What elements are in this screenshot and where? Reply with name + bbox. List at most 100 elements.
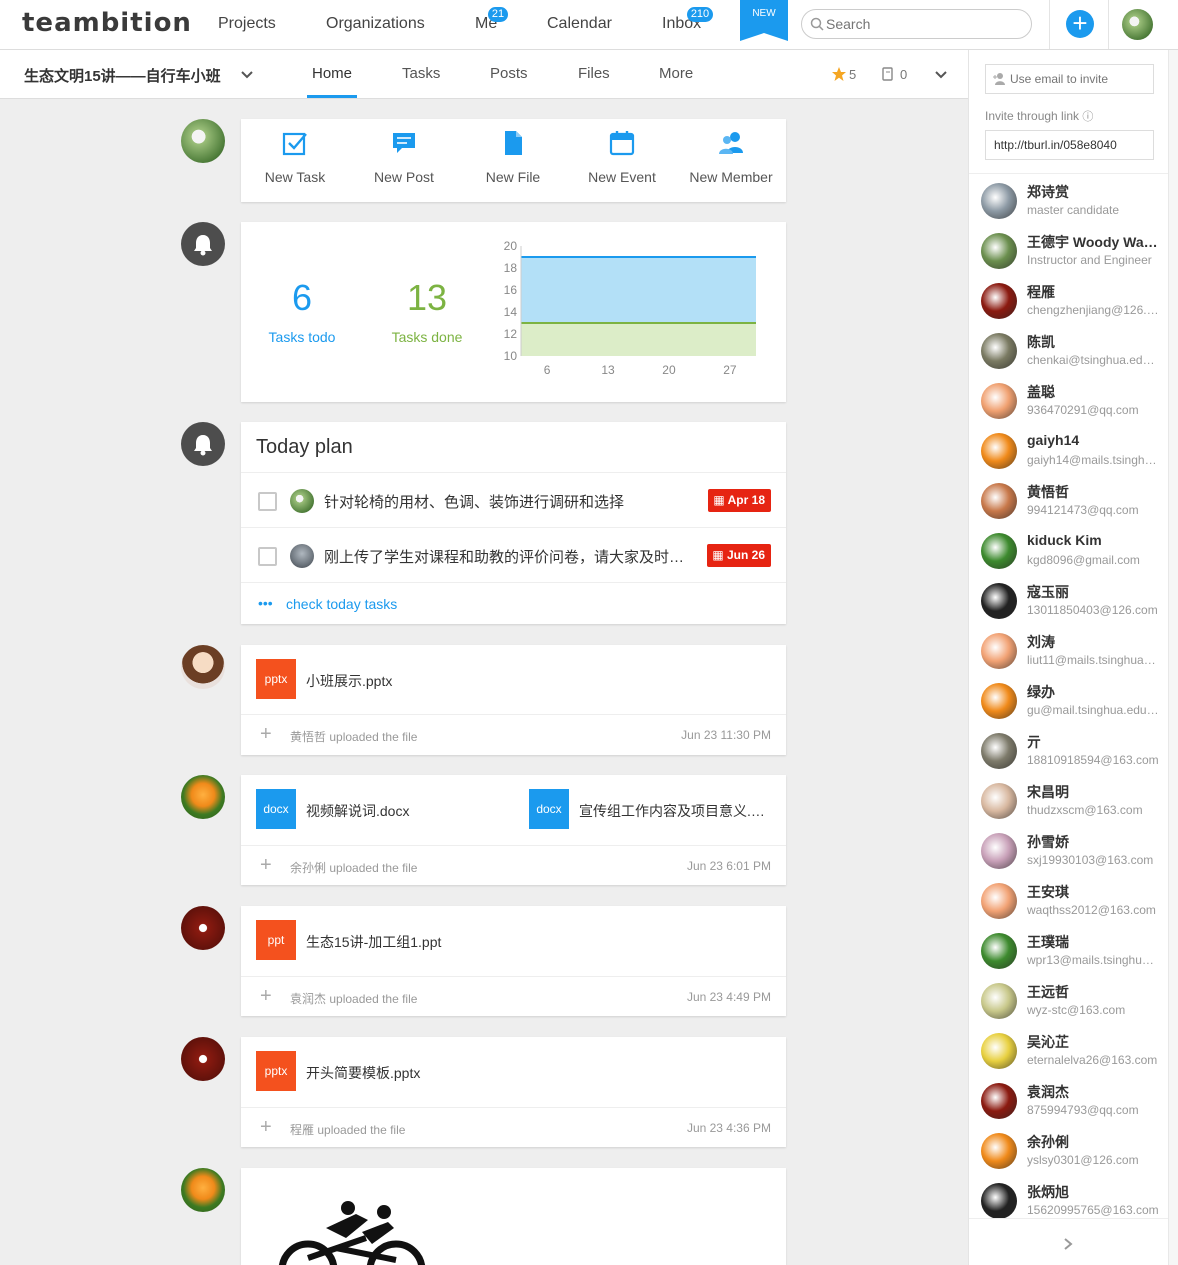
plus-icon[interactable]: + [260,1117,272,1137]
todo-stat[interactable]: 6 Tasks todo [242,277,362,345]
ppt-file-icon[interactable]: ppt [256,920,296,960]
todo-count: 6 [291,277,313,318]
me-badge: 21 [488,7,508,22]
new-member-button[interactable]: New Member [681,129,781,185]
plus-icon[interactable]: + [1066,10,1094,38]
member-item[interactable]: gaiyh14 gaiyh14@mails.tsinghua.edu.cn [969,428,1169,478]
docx-file-icon[interactable]: docx [256,789,296,829]
member-item[interactable]: 王安琪 waqthss2012@163.com [969,878,1169,928]
file-name[interactable]: 宣传组工作内容及项目意义.docx [579,801,769,821]
due-date-badge: ▦ Jun 26 [707,544,771,567]
done-stat[interactable]: 13 Tasks done [367,277,487,345]
member-item[interactable]: 王德宇 Woody Wang Instructor and Engineer [969,228,1169,278]
member-item[interactable]: kiduck Kim kgd8096@gmail.com [969,528,1169,578]
pptx-file-icon[interactable]: pptx [256,1051,296,1091]
tab-home[interactable]: Home [312,65,352,82]
new-flag[interactable]: NEW [740,0,788,41]
member-item[interactable]: 亓 18810918594@163.com [969,728,1169,778]
task-checkbox[interactable] [258,547,277,566]
member-item[interactable]: 宋昌明 thudzxscm@163.com [969,778,1169,828]
member-item[interactable]: 绿办 gu@mail.tsinghua.edu.cn [969,678,1169,728]
member-subtitle: chengzhenjiang@126.com [1027,303,1159,317]
activity-footer: + 程雁 uploaded the file Jun 23 4:36 PM [241,1107,786,1147]
member-item[interactable]: 王璞瑞 wpr13@mails.tsinghua.edu.cn [969,928,1169,978]
new-task-button[interactable]: New Task [245,129,345,185]
member-item[interactable]: 盖聪 936470291@qq.com [969,378,1169,428]
task-row[interactable]: 针对轮椅的用材、色调、装饰进行调研和选择 ▦ Apr 18 [241,472,786,527]
tandem-bicycle-image[interactable] [276,1198,436,1265]
avatar[interactable] [181,906,225,950]
member-name: 王远哲 [1027,984,1069,1000]
member-name: 程雁 [1027,284,1055,300]
invite-email-input[interactable] [985,64,1154,94]
file-activity-card: ppt 生态15讲-加工组1.ppt + 袁润杰 uploaded the fi… [241,906,786,1016]
member-item[interactable]: 陈凯 chenkai@tsinghua.edu.cn [969,328,1169,378]
member-avatar [981,1133,1017,1169]
task-title[interactable]: 刚上传了学生对课程和助教的评价问卷，请大家及时查看 [324,546,694,567]
search-input[interactable] [801,9,1032,39]
chevron-down-icon[interactable] [240,70,254,80]
member-item[interactable]: 郑诗赏 master candidate [969,178,1169,228]
tab-files[interactable]: Files [578,65,610,82]
nav-organizations[interactable]: Organizations [326,15,425,33]
avatar[interactable] [181,645,225,689]
today-plan-card: Today plan 针对轮椅的用材、色调、装饰进行调研和选择 ▦ Apr 18… [241,422,786,624]
today-plan-title: Today plan [256,436,353,458]
plus-icon[interactable]: + [260,855,272,875]
check-today-tasks-row[interactable]: ••• check today tasks [241,582,786,624]
tab-tasks[interactable]: Tasks [402,65,440,82]
due-date-badge: ▦ Apr 18 [708,489,771,512]
file-name[interactable]: 小班展示.pptx [306,671,392,691]
member-item[interactable]: 寇玉丽 13011850403@126.com [969,578,1169,628]
calendar-icon: ▦ [713,493,728,507]
tab-posts[interactable]: Posts [490,65,528,82]
avatar[interactable] [181,119,225,163]
chart-y-tick-label: 18 [504,261,518,275]
member-name: 宋昌明 [1027,784,1069,800]
nav-calendar[interactable]: Calendar [547,15,612,33]
nav-projects[interactable]: Projects [218,15,276,33]
task-title[interactable]: 针对轮椅的用材、色调、装饰进行调研和选择 [324,491,694,512]
file-name[interactable]: 开头简要模板.pptx [306,1063,420,1083]
task-checkbox[interactable] [258,492,277,511]
tab-more[interactable]: More [659,65,693,82]
chevron-right-icon[interactable] [1063,1237,1073,1251]
file-name[interactable]: 视频解说词.docx [306,801,409,821]
task-stats-card: 6 Tasks todo 13 Tasks done 10 12 14 16 18 20 6… [241,222,786,402]
task-row[interactable]: 刚上传了学生对课程和助教的评价问卷，请大家及时查看 ▦ Jun 26 [241,527,786,582]
member-item[interactable]: 袁润杰 875994793@qq.com [969,1078,1169,1128]
check-today-tasks-link[interactable]: check today tasks [286,596,397,612]
star-icon[interactable] [831,66,847,82]
member-subtitle: yslsy0301@126.com [1027,1153,1139,1167]
new-event-button[interactable]: New Event [572,129,672,185]
avatar[interactable] [181,775,225,819]
new-post-button[interactable]: New Post [354,129,454,185]
project-title[interactable]: 生态文明15讲——自行车小班 [24,65,221,86]
pptx-file-icon[interactable]: pptx [256,659,296,699]
file-name[interactable]: 生态15讲-加工组1.ppt [306,932,441,952]
avatar[interactable] [181,1168,225,1212]
archive-icon[interactable] [881,66,895,82]
member-item[interactable]: 王远哲 wyz-stc@163.com [969,978,1169,1028]
member-item[interactable]: 刘涛 liut11@mails.tsinghua.edu.cn [969,628,1169,678]
app-logo[interactable]: teambition [22,8,192,38]
member-item[interactable]: 余孙俐 yslsy0301@126.com [969,1128,1169,1178]
member-item[interactable]: 程雁 chengzhenjiang@126.com [969,278,1169,328]
activity-time: Jun 23 4:36 PM [686,1121,771,1135]
chart-area-1 [521,323,756,356]
plus-icon[interactable]: + [260,724,272,744]
invite-link-field[interactable] [985,130,1154,160]
docx-file-icon[interactable]: docx [529,789,569,829]
member-item[interactable]: 黄悟哲 994121473@qq.com [969,478,1169,528]
member-name: 郑诗赏 [1027,184,1069,200]
member-item[interactable]: 吴沁芷 eternalelva26@163.com [969,1028,1169,1078]
chevron-down-icon[interactable] [934,70,948,80]
user-avatar[interactable] [1122,9,1153,40]
member-item[interactable]: 孙雪娇 sxj19930103@163.com [969,828,1169,878]
member-name: 陈凯 [1027,334,1055,350]
scrollbar[interactable] [1168,50,1178,1265]
avatar[interactable] [181,1037,225,1081]
new-file-button[interactable]: New File [463,129,563,185]
plus-icon[interactable]: + [260,986,272,1006]
info-icon[interactable]: ⓘ [1082,111,1093,123]
